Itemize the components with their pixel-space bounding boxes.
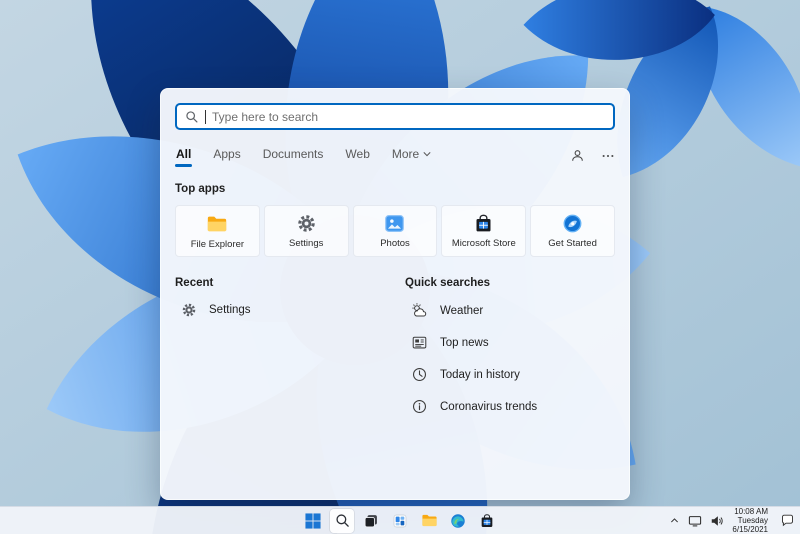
gear-icon: [181, 302, 197, 318]
file-explorer-button[interactable]: [417, 509, 441, 533]
edge-button[interactable]: [446, 509, 470, 533]
display-icon[interactable]: [688, 514, 702, 528]
search-icon: [335, 513, 350, 528]
app-card-file-explorer[interactable]: File Explorer: [175, 205, 260, 257]
volume-icon[interactable]: [710, 514, 724, 528]
clock-time: 10:08 AM: [732, 507, 768, 516]
widgets-button[interactable]: [388, 509, 412, 533]
app-card-label: Settings: [289, 238, 323, 249]
quick-searches-title: Quick searches: [405, 277, 615, 289]
quick-search-label: Weather: [440, 305, 483, 317]
tab-more[interactable]: More: [391, 147, 432, 169]
app-card-label: Photos: [380, 238, 410, 249]
recent-section: Recent Settings: [175, 277, 405, 415]
top-apps-section: Top apps File Explorer Settings: [175, 183, 615, 257]
quick-search-top-news[interactable]: Top news: [405, 334, 615, 351]
quick-searches-list: Weather Top news Today in history: [405, 302, 615, 415]
quick-searches-section: Quick searches Weather Top news: [405, 277, 615, 415]
app-card-label: Get Started: [548, 238, 597, 249]
search-box[interactable]: [175, 103, 615, 130]
account-icon[interactable]: [570, 148, 585, 163]
chevron-up-icon[interactable]: [669, 515, 680, 526]
search-filter-tabs: All Apps Documents Web More: [175, 147, 615, 169]
folder-icon: [206, 213, 228, 235]
widgets-icon: [392, 513, 408, 529]
recent-title: Recent: [175, 277, 405, 289]
info-icon: [411, 398, 428, 415]
get-started-icon: [562, 213, 583, 234]
taskbar: 10:08 AM Tuesday 6/15/2021: [0, 506, 800, 534]
photos-icon: [384, 213, 405, 234]
quick-search-today-in-history[interactable]: Today in history: [405, 366, 615, 383]
panel-header-actions: [570, 148, 615, 169]
quick-search-weather[interactable]: Weather: [405, 302, 615, 319]
store-button[interactable]: [475, 509, 499, 533]
search-icon: [185, 110, 199, 124]
taskbar-clock[interactable]: 10:08 AM Tuesday 6/15/2021: [732, 507, 768, 534]
app-card-label: File Explorer: [191, 239, 244, 250]
folder-icon: [421, 512, 438, 529]
search-panel: All Apps Documents Web More Top apps: [160, 88, 630, 500]
app-card-microsoft-store[interactable]: Microsoft Store: [441, 205, 526, 257]
tab-web[interactable]: Web: [344, 147, 370, 169]
search-input[interactable]: [212, 110, 605, 124]
chat-bubble-icon[interactable]: [780, 513, 795, 528]
quick-search-label: Today in history: [440, 369, 520, 381]
store-bag-icon: [473, 213, 494, 234]
app-card-photos[interactable]: Photos: [353, 205, 438, 257]
text-caret: [205, 110, 206, 124]
recent-list: Settings: [175, 302, 405, 318]
tab-apps[interactable]: Apps: [212, 147, 241, 169]
chevron-down-icon: [423, 151, 431, 157]
top-apps-cards: File Explorer Settings Photos: [175, 205, 615, 257]
clock-icon: [411, 366, 428, 383]
store-bag-icon: [479, 513, 495, 529]
taskbar-center: [301, 507, 499, 534]
edge-icon: [450, 513, 466, 529]
tab-all[interactable]: All: [175, 147, 192, 169]
task-view-button[interactable]: [359, 509, 383, 533]
task-view-icon: [363, 513, 379, 529]
clock-weekday: Tuesday: [732, 516, 768, 525]
top-apps-title: Top apps: [175, 183, 615, 195]
quick-search-label: Top news: [440, 337, 489, 349]
ellipsis-icon[interactable]: [601, 149, 615, 163]
system-tray: 10:08 AM Tuesday 6/15/2021: [669, 507, 795, 534]
app-card-label: Microsoft Store: [452, 238, 516, 249]
quick-search-label: Coronavirus trends: [440, 401, 537, 413]
taskbar-search-button[interactable]: [330, 509, 354, 533]
clock-date: 6/15/2021: [732, 525, 768, 534]
weather-icon: [411, 302, 428, 319]
panel-columns: Recent Settings Quick searches: [175, 277, 615, 415]
recent-item-label: Settings: [209, 304, 251, 316]
start-button[interactable]: [301, 509, 325, 533]
quick-search-coronavirus-trends[interactable]: Coronavirus trends: [405, 398, 615, 415]
tab-documents[interactable]: Documents: [262, 147, 325, 169]
desktop: All Apps Documents Web More Top apps: [0, 0, 800, 534]
app-card-get-started[interactable]: Get Started: [530, 205, 615, 257]
recent-item-settings[interactable]: Settings: [175, 302, 405, 318]
gear-icon: [296, 213, 317, 234]
windows-logo-icon: [305, 513, 321, 529]
app-card-settings[interactable]: Settings: [264, 205, 349, 257]
news-icon: [411, 334, 428, 351]
